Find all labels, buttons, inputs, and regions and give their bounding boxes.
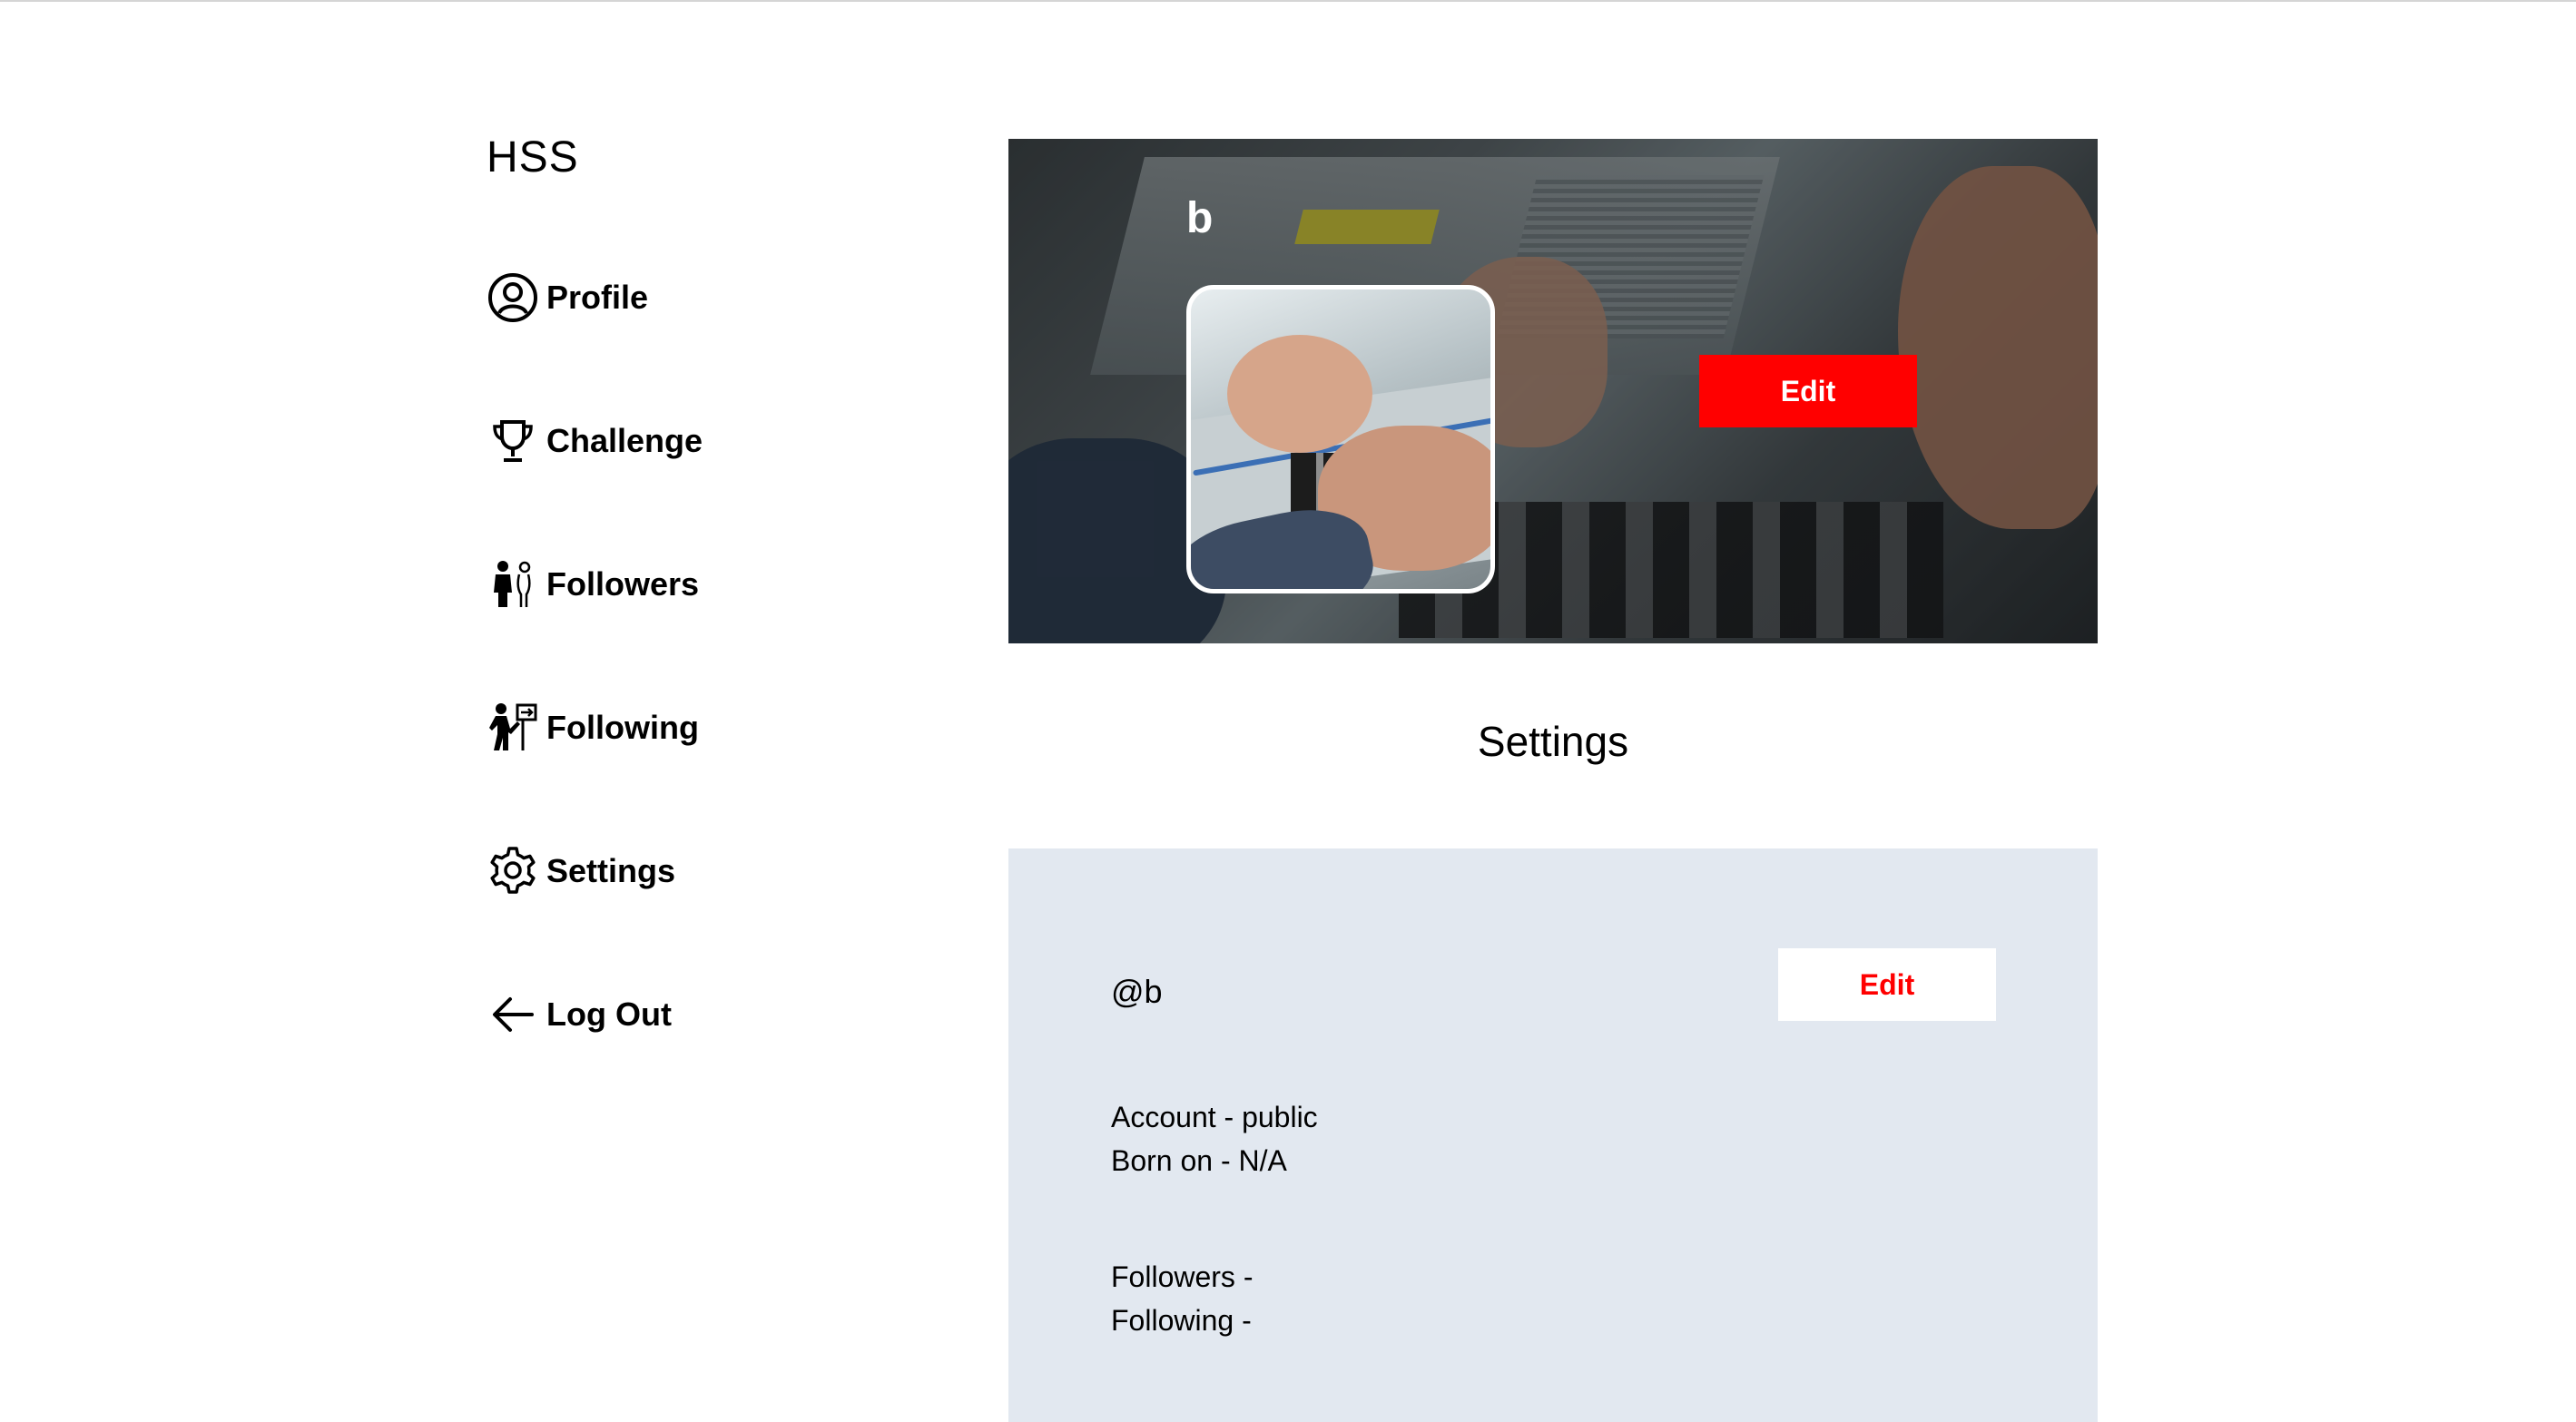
account-visibility: Account - public <box>1111 1101 1318 1133</box>
user-handle: @b <box>1111 973 1163 1010</box>
sidebar-item-following[interactable]: Following <box>487 699 699 757</box>
edit-settings-button[interactable]: Edit <box>1778 948 1996 1021</box>
following-icon <box>487 701 539 754</box>
sidebar-item-profile[interactable]: Profile <box>487 269 648 327</box>
profile-icon <box>487 271 539 324</box>
settings-panel: @b Edit Account - public Born on - N/A F… <box>1008 848 2098 1422</box>
top-divider <box>0 0 2576 2</box>
avatar <box>1186 285 1495 593</box>
account-info: Account - public Born on - N/A <box>1111 1095 1318 1182</box>
profile-banner: b <box>1008 139 2098 643</box>
follow-stats: Followers - Following - <box>1111 1255 1253 1342</box>
sidebar-item-label: Followers <box>546 565 700 603</box>
followers-icon <box>487 558 539 611</box>
arrow-left-icon <box>487 988 539 1041</box>
profile-username: b <box>1186 194 1214 242</box>
sidebar-item-label: Profile <box>546 279 649 316</box>
sidebar-item-label: Challenge <box>546 422 703 459</box>
sidebar-item-label: Log Out <box>546 995 672 1033</box>
page-title: Settings <box>1477 718 1629 765</box>
born-on: Born on - N/A <box>1111 1144 1287 1177</box>
brand-logo-text: HSS <box>487 133 579 181</box>
following-count: Following - <box>1111 1304 1252 1337</box>
sidebar-item-logout[interactable]: Log Out <box>487 986 672 1044</box>
sidebar-item-challenge[interactable]: Challenge <box>487 412 703 470</box>
sidebar-item-label: Settings <box>546 852 676 889</box>
gear-icon <box>487 845 539 897</box>
trophy-icon <box>487 415 539 467</box>
sidebar-item-settings[interactable]: Settings <box>487 842 675 900</box>
sidebar-item-followers[interactable]: Followers <box>487 555 699 613</box>
edit-profile-button[interactable]: Edit <box>1699 355 1917 427</box>
sidebar-item-label: Following <box>546 709 699 746</box>
followers-count: Followers - <box>1111 1260 1254 1293</box>
